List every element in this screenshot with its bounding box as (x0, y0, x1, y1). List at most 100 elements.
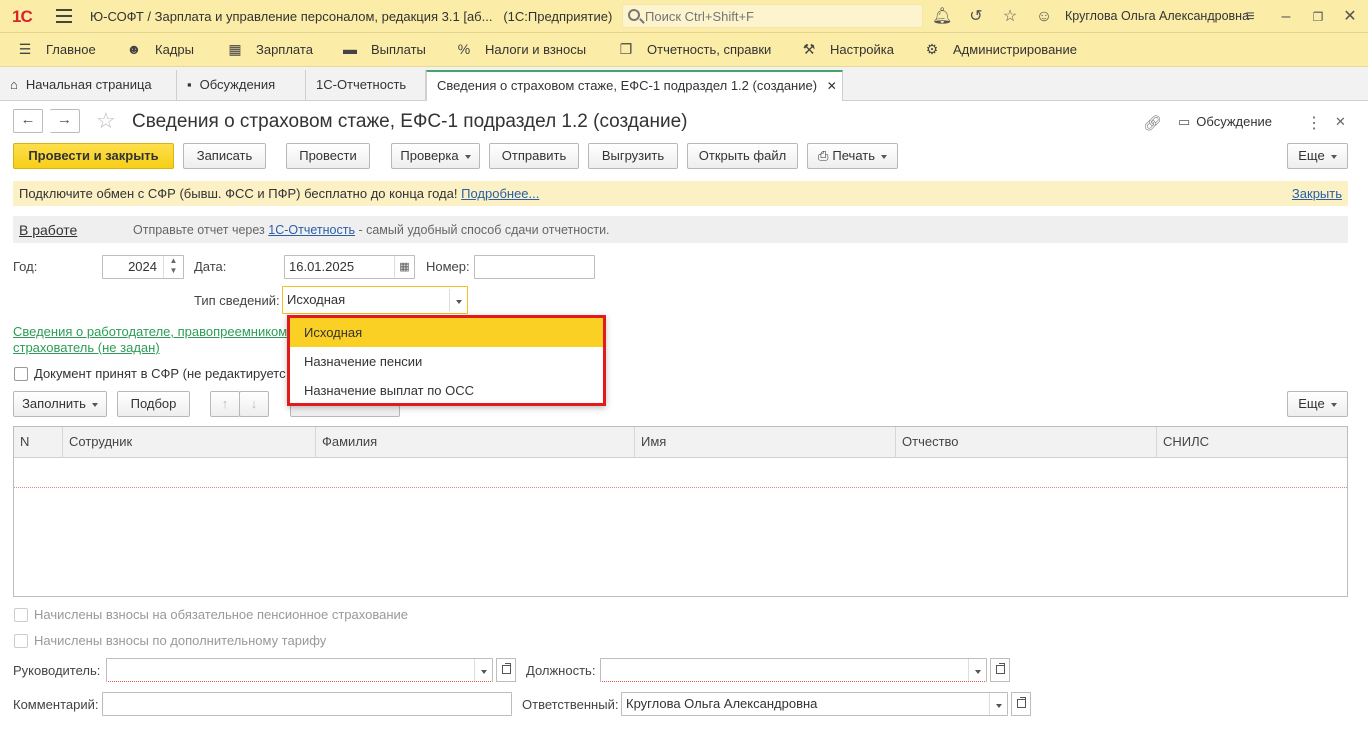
post-button[interactable]: Провести (286, 143, 370, 169)
position-dropdown-button[interactable] (968, 659, 986, 681)
app-title-text: Ю-СОФТ / Зарплата и управление персонало… (90, 9, 493, 24)
menu-payments[interactable]: Выплаты (371, 42, 426, 57)
user-name[interactable]: Круглова Ольга Александровна (1065, 9, 1249, 23)
responsible-label: Ответственный: (522, 697, 619, 712)
bell-icon[interactable]: 🔔︎ (932, 7, 952, 27)
print-dropdown-button[interactable]: ⎙ Печать (807, 143, 898, 169)
menu-main[interactable]: Главное (46, 42, 96, 57)
menu-admin[interactable]: Администрирование (953, 42, 1077, 57)
calendar-icon[interactable]: ▦ (394, 256, 414, 278)
table-more-dropdown-button[interactable]: Еще (1287, 391, 1348, 417)
forward-button[interactable]: → (50, 109, 80, 133)
responsible-field[interactable]: Круглова Ольга Александровна (621, 692, 1008, 716)
post-and-close-button[interactable]: Провести и закрыть (13, 143, 174, 169)
send-button[interactable]: Отправить (489, 143, 579, 169)
number-label: Номер: (426, 259, 470, 274)
position-open-icon[interactable] (990, 658, 1010, 682)
menu-taxes[interactable]: Налоги и взносы (485, 42, 586, 57)
more-actions-icon[interactable]: ⋮ (1306, 113, 1322, 133)
main-menu-icon[interactable] (56, 9, 72, 23)
notice-close-link[interactable]: Закрыть (1292, 186, 1342, 201)
employer-info-link-2[interactable]: страхователь (не задан) (13, 340, 160, 355)
status-label[interactable]: В работе (19, 222, 77, 238)
responsible-dropdown-button[interactable] (989, 693, 1007, 715)
type-dropdown-button[interactable] (449, 289, 467, 311)
number-field[interactable] (474, 255, 595, 279)
search-input[interactable] (645, 8, 915, 24)
move-up-icon[interactable]: ↑ (210, 391, 240, 417)
favorite-star-icon[interactable]: ☆ (96, 108, 116, 134)
status-hint-after: - самый удобный способ сдачи отчетности. (358, 223, 610, 237)
fill-dropdown-button[interactable]: Заполнить (13, 391, 107, 417)
menu-hr[interactable]: Кадры (155, 42, 194, 57)
menu-salary[interactable]: Зарплата (256, 42, 313, 57)
app-logo: 1С (12, 7, 33, 26)
notice-more-link[interactable]: Подробнее... (461, 186, 539, 201)
open-file-button[interactable]: Открыть файл (687, 143, 798, 169)
menu-settings[interactable]: Настройка (830, 42, 894, 57)
col-n[interactable]: N (14, 427, 63, 458)
check-dropdown-button[interactable]: Проверка (391, 143, 480, 169)
percent-icon: % (457, 41, 471, 57)
employer-info-link[interactable]: Сведения о работодателе, правопреемником (13, 324, 287, 339)
chevron-down-icon (1330, 154, 1337, 159)
title-bar: 1С Ю-СОФТ / Зарплата и управление персон… (0, 0, 1368, 33)
close-tab-icon[interactable]: ✕ (827, 79, 837, 93)
restore-icon[interactable]: ❐ (1308, 7, 1328, 27)
burger-icon[interactable]: ☰ (16, 41, 34, 58)
option-initial[interactable]: Исходная (290, 318, 603, 347)
tab-1c-reporting[interactable]: 1С-Отчетность (306, 70, 426, 101)
more-dropdown-button[interactable]: Еще (1287, 143, 1348, 169)
year-stepper[interactable]: ▲ ▼ (163, 256, 183, 278)
close-form-icon[interactable]: ✕ (1335, 114, 1346, 130)
col-lastname[interactable]: Фамилия (316, 427, 635, 458)
minimize-icon[interactable]: – (1276, 7, 1296, 27)
accepted-checkbox[interactable] (14, 367, 28, 381)
form-title: Сведения о страховом стаже, ЕФС-1 подраз… (132, 111, 688, 132)
link-icon[interactable]: 🔗︎ (1143, 114, 1162, 132)
employees-table[interactable]: N Сотрудник Фамилия Имя Отчество СНИЛС (13, 426, 1348, 597)
year-value: 2024 (128, 259, 157, 274)
option-oss-payments[interactable]: Назначение выплат по ОСС (290, 376, 603, 405)
tab-label: Сведения о страховом стаже, ЕФС-1 подраз… (437, 78, 818, 93)
move-down-icon[interactable]: ↓ (239, 391, 269, 417)
printer-icon: ⎙ (818, 148, 829, 163)
type-select[interactable]: Исходная (282, 286, 468, 314)
option-pension[interactable]: Назначение пенсии (290, 347, 603, 376)
comment-field[interactable] (102, 692, 512, 716)
extra-tariff-checkbox[interactable] (14, 634, 28, 648)
year-field[interactable]: 2024 ▲ ▼ (102, 255, 184, 279)
close-window-icon[interactable]: ✕ (1340, 7, 1360, 27)
save-button[interactable]: Записать (183, 143, 266, 169)
responsible-open-icon[interactable] (1011, 692, 1031, 716)
tab-efs1-report[interactable]: Сведения о страховом стаже, ЕФС-1 подраз… (426, 70, 843, 101)
position-field[interactable] (600, 658, 987, 682)
menu-reports[interactable]: Отчетность, справки (647, 42, 771, 57)
back-button[interactable]: ← (13, 109, 43, 133)
pension-contrib-checkbox[interactable] (14, 608, 28, 622)
discussion-button[interactable]: ▭ Обсуждение (1178, 114, 1272, 130)
col-firstname[interactable]: Имя (635, 427, 896, 458)
tab-label: Начальная страница (25, 77, 152, 92)
date-field[interactable]: 16.01.2025 ▦ (284, 255, 415, 279)
head-label: Руководитель: (13, 663, 101, 678)
head-open-icon[interactable] (496, 658, 516, 682)
user-icon[interactable]: ☺ (1034, 7, 1054, 27)
head-field[interactable] (106, 658, 493, 682)
pick-button[interactable]: Подбор (117, 391, 190, 417)
1c-reporting-link[interactable]: 1С-Отчетность (268, 223, 355, 237)
global-search[interactable] (622, 4, 923, 28)
head-dropdown-button[interactable] (474, 659, 492, 681)
col-snils[interactable]: СНИЛС (1157, 427, 1347, 458)
settings-menu-icon[interactable]: ≡ (1240, 7, 1260, 27)
type-dropdown-list: Исходная Назначение пенсии Назначение вы… (287, 315, 606, 406)
col-employee[interactable]: Сотрудник (63, 427, 316, 458)
documents-icon: ❐ (619, 41, 633, 57)
tab-discussions[interactable]: ▪ Обсуждения (177, 70, 306, 101)
favorites-star-icon[interactable]: ☆ (1000, 7, 1020, 27)
chevron-down-icon (1330, 402, 1337, 407)
upload-button[interactable]: Выгрузить (588, 143, 678, 169)
tab-home[interactable]: ⌂ Начальная страница (0, 70, 177, 101)
col-patronymic[interactable]: Отчество (896, 427, 1157, 458)
history-icon[interactable]: ↺ (966, 7, 986, 27)
